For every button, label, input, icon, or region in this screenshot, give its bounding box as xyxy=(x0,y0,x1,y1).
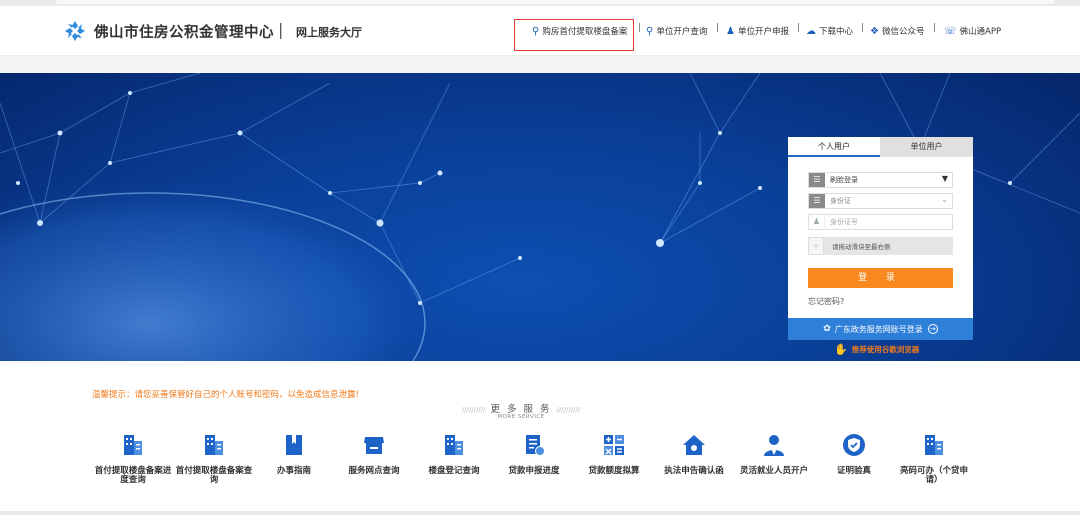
nav-company-account-query[interactable]: ⚲ 单位开户查询 xyxy=(646,23,707,39)
bottom-strip xyxy=(0,511,1080,515)
building-icon xyxy=(925,435,943,455)
chevron-down-icon: ⌄ xyxy=(941,195,948,204)
service-filing-progress[interactable]: 首付提取楼盘备案进度查询 xyxy=(93,433,173,485)
building-icon xyxy=(445,435,463,455)
service-enforcement-confirm[interactable]: 执法申告确认函 xyxy=(654,433,734,476)
building-icon xyxy=(124,435,142,455)
tab-company-user[interactable]: 单位用户 xyxy=(880,137,973,157)
site-header: 佛山市住房公积金管理中心 | 网上服务大厅 ⚲ 购房首付提取楼盘备案 | ⚲ 单位开… xyxy=(0,6,1080,56)
cloud-download-icon: ☁ xyxy=(806,25,816,37)
nav-divider: | xyxy=(638,23,642,33)
site-subtitle: 网上服务大厅 xyxy=(296,26,362,39)
service-property-query[interactable]: 楼盘登记查询 xyxy=(414,433,494,476)
tab-personal-user[interactable]: 个人用户 xyxy=(788,137,880,157)
nav-divider: | xyxy=(861,23,865,33)
service-certificate-verify[interactable]: 证明验真 xyxy=(814,433,894,476)
notice-text: 温馨提示：请您妥善保管好自己的个人账号和密码，以免造成信息泄露! xyxy=(92,390,359,400)
chevron-down-icon: ▼ xyxy=(941,174,948,183)
site-title: 佛山市住房公积金管理中心 xyxy=(94,25,274,41)
service-qr-loan-apply[interactable]: 亮码可办（个贷申请） xyxy=(894,433,974,485)
login-button[interactable]: 登 录 xyxy=(808,268,953,288)
home-icon xyxy=(683,435,705,455)
browser-recommendation: ✋ 推荐使用谷歌浏览器 xyxy=(834,343,920,356)
phone-icon: ☏ xyxy=(944,25,957,37)
title-divider: | xyxy=(278,20,284,39)
more-services-heading: ////////// 更 多 服 务 ////////// xyxy=(461,404,581,415)
nav-wechat[interactable]: ❖ 微信公众号 xyxy=(870,23,924,39)
logo-icon xyxy=(65,21,85,41)
id-number-input[interactable]: ♟ 身份证号 xyxy=(808,214,953,230)
slider-handle[interactable]: » xyxy=(808,237,824,255)
service-loan-calculator[interactable]: 贷款额度拟算 xyxy=(574,433,654,476)
thumbs-up-icon: ✋ xyxy=(834,343,848,356)
slider-captcha[interactable]: » 请拖动滑块至最右侧 xyxy=(808,237,953,255)
nav-download-center[interactable]: ☁ 下载中心 xyxy=(806,23,853,39)
services-section: 温馨提示：请您妥善保管好自己的个人账号和密码，以免造成信息泄露! ///////… xyxy=(0,361,1080,511)
gd-gov-login-button[interactable]: ✿ 广东政务服务网账号登录 → xyxy=(788,318,973,340)
service-filing-query[interactable]: 首付提取楼盘备案查询 xyxy=(174,433,254,485)
service-loan-progress[interactable]: 贷款申报进度 xyxy=(494,433,574,476)
book-icon xyxy=(286,435,302,455)
list-icon: ☰ xyxy=(809,194,825,208)
service-flexible-employment[interactable]: 灵活就业人员开户 xyxy=(734,433,814,476)
person-icon xyxy=(764,435,784,456)
calculator-icon xyxy=(604,435,624,455)
more-services-subtitle: MORE SERVICE xyxy=(497,414,545,420)
hero-banner: 个人用户 单位用户 ☰ 刷脸登录 ▼ ☰ 身份证 ⌄ ♟ 身份证号 » 请拖动滑… xyxy=(0,73,1080,361)
service-outlet-query[interactable]: 服务网点查询 xyxy=(334,433,414,476)
nav-foshan-app[interactable]: ☏ 佛山通APP xyxy=(944,23,1001,39)
nav-divider: | xyxy=(716,23,720,33)
shield-check-icon xyxy=(843,434,865,456)
nav-divider: | xyxy=(933,23,937,33)
list-icon: ☰ xyxy=(809,173,825,187)
user-icon: ♟ xyxy=(809,215,825,229)
document-icon xyxy=(526,435,545,456)
service-guide[interactable]: 办事指南 xyxy=(254,433,334,476)
nav-company-account-apply[interactable]: ♟ 单位开户申报 xyxy=(726,23,789,39)
user-icon: ♟ xyxy=(726,25,735,37)
building-icon xyxy=(205,435,223,455)
login-panel: 个人用户 单位用户 ☰ 刷脸登录 ▼ ☰ 身份证 ⌄ ♟ 身份证号 » 请拖动滑… xyxy=(788,137,973,340)
highlight-box xyxy=(514,19,634,51)
nav-divider: | xyxy=(797,23,801,33)
login-method-select[interactable]: ☰ 刷脸登录 ▼ xyxy=(808,172,953,188)
forgot-password-link[interactable]: 忘记密码? xyxy=(808,296,844,307)
gd-gov-logo-icon: ✿ xyxy=(823,324,831,334)
search-icon: ⚲ xyxy=(646,25,654,37)
store-icon xyxy=(364,437,384,454)
wechat-icon: ❖ xyxy=(870,25,879,37)
page: 佛山市住房公积金管理中心 | 网上服务大厅 ⚲ 购房首付提取楼盘备案 | ⚲ 单位开… xyxy=(0,0,1080,515)
arrow-right-icon: → xyxy=(927,324,938,334)
id-type-select[interactable]: ☰ 身份证 ⌄ xyxy=(808,193,953,209)
